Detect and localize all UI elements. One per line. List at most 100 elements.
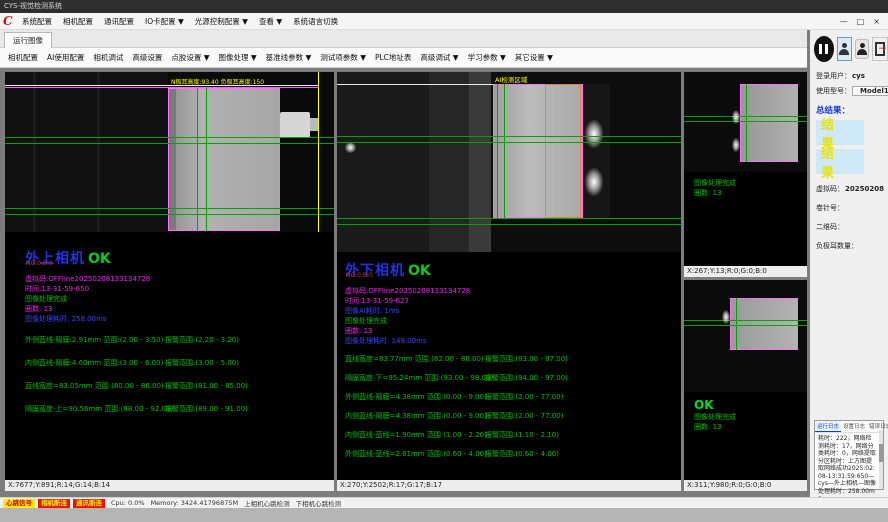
measure-line-green (337, 224, 681, 225)
title-bar: CYS-视觉检测系统 (0, 0, 888, 13)
control-panel: → 登录用户： cys 使用型号： Model1 总结果： 结 果 结 果 虚拟… (807, 30, 888, 497)
toolbar-item[interactable]: PLC地址表 (375, 52, 411, 63)
measurement-row: 蓝线宽度=83.77mm 范围:(82.00 - 88.00)报警范围:(83.… (345, 354, 681, 364)
reflection-glow (345, 142, 356, 153)
measure-line-green (337, 142, 681, 143)
toolbar-item[interactable]: 相机配置 (8, 52, 38, 63)
menu-item[interactable]: IO卡配置 ▼ (145, 16, 184, 27)
model-value[interactable]: Model1 (852, 86, 888, 96)
measurement-row: 外侧蓝线-隔膜:2.91mm 范围:(2.00 - 3.50)报警范围:(2.2… (25, 335, 334, 345)
exit-arrow-icon: → (878, 45, 886, 54)
menu-item[interactable]: 系统配置 (22, 16, 52, 27)
status-ok: OK (88, 251, 111, 267)
tab-count-label: 负极耳数量： (816, 241, 858, 251)
info-line: 圈数: 13 (694, 188, 807, 198)
alarm-range: 报警范围:(2.20 - 3.20) (165, 335, 239, 345)
measure-line-green (337, 136, 681, 137)
measurement-value: 外侧蓝线-蓝线=2.61mm 范围:(0.60 - 4.00) (345, 450, 487, 458)
pixel-coordinates: X:311;Y:980;R:0;G:0;B:0 (684, 480, 807, 491)
user-login-button[interactable] (837, 37, 853, 61)
log-tab[interactable]: 运行日志 (815, 421, 841, 432)
measure-line-vertical (497, 84, 498, 218)
log-tab[interactable]: 设置日志 (841, 421, 867, 432)
toolbar-item[interactable]: 基准线参数 ▼ (266, 52, 312, 63)
camera-panel-outer-bottom[interactable]: AI检测区域 外下相机 OK NG:0,B:0 虚拟码:OFFline20250… (337, 72, 681, 491)
exit-button[interactable]: → (872, 37, 888, 61)
cpu-usage: Cpu: 0.0% (111, 499, 145, 507)
toolbar-item[interactable]: 图像处理 ▼ (219, 52, 257, 63)
main-area: N极耳高度:93.40 负极耳高度:150 外上相机 OK NG:0,B:0 虚… (0, 68, 808, 497)
yellow-cursor-line (318, 72, 319, 232)
model-row: 使用型号： Model1 (816, 86, 883, 96)
info-line: 图像处理完成 (345, 316, 681, 326)
camera-image-inner-bottom[interactable] (684, 280, 807, 392)
menu-item[interactable]: 系统语言切换 (293, 16, 338, 27)
log-scrollbar-thumb[interactable] (879, 444, 883, 462)
measurement-value: 外侧蓝线-隔膜:2.91mm 范围:(2.00 - 3.50) (25, 336, 163, 344)
camera-panel-inner-top[interactable]: 图像处理完成圈数: 13 X:267;Y:13;R:0;G:0;B:0 (684, 72, 807, 277)
toolbar-item[interactable]: 高级调试 ▼ (420, 52, 458, 63)
bottom-camera-heartbeat: 下相机心跳检测 (296, 498, 342, 508)
camera-image-inner-top[interactable] (684, 72, 807, 172)
toolbar-item[interactable]: 相机调试 (93, 52, 123, 63)
camera-image-outer-bottom[interactable]: AI检测区域 (337, 72, 681, 252)
measure-line-green (5, 214, 334, 215)
measurement-value: 隔膜宽度-下=95.24mm 范围:(93.00 - 98.00) (345, 374, 493, 382)
status-bar: 心跳信号相机断连通讯断连 Cpu: 0.0% Memory: 3424.4179… (0, 497, 888, 508)
log-scrollbar[interactable] (879, 430, 883, 489)
camera-image-outer-top[interactable]: N极耳高度:93.40 负极耳高度:150 (5, 72, 334, 232)
log-tab[interactable]: 错误日志 (867, 421, 888, 432)
user-icon (838, 43, 850, 56)
toolbar-item[interactable]: 其它设置 ▼ (515, 52, 553, 63)
menu-item[interactable]: 通讯配置 (104, 16, 134, 27)
toolbar-item[interactable]: 高级设置 (132, 52, 162, 63)
virtual-code-value: 20250208 (845, 185, 884, 193)
camera-result-title: 外下相机 OK NG:0,B:0 (345, 260, 681, 280)
dark-zone (584, 84, 610, 218)
tab-run-image[interactable]: 运行图像 (4, 32, 52, 48)
measure-line-vertical (504, 84, 505, 218)
ng-counter: NG:0,B:0 (346, 272, 373, 279)
menu-item[interactable]: 查看 ▼ (259, 16, 282, 27)
info-line: 图像处理完成 (694, 412, 807, 422)
login-user-value: cys (852, 72, 865, 80)
toolbar-item[interactable]: AI使用配置 (47, 52, 84, 63)
measure-line-vertical (746, 84, 747, 162)
tab-row: 运行图像 (0, 30, 808, 48)
minimize-button[interactable]: — (840, 14, 848, 29)
virtual-code-row: 虚拟码： 20250208 (816, 184, 883, 194)
measurement-row: 内侧蓝线-蓝线=1.90mm 范围:(1.00 - 2.20)报警范围:(1.1… (345, 430, 681, 440)
product-region (740, 84, 798, 162)
camera-panel-outer-top[interactable]: N极耳高度:93.40 负极耳高度:150 外上相机 OK NG:0,B:0 虚… (5, 72, 334, 491)
connector-nub (310, 118, 318, 131)
left-info-lines: 虚拟码:OFFline20250208133134728时间:13-31-59-… (25, 274, 334, 324)
alarm-range: 报警范围:(89.00 - 91.00) (165, 404, 248, 414)
toolbar-item[interactable]: 学习参数 ▼ (468, 52, 506, 63)
tab-glow (585, 120, 603, 148)
needle-label: 卷针号： (816, 203, 844, 213)
login-user-label: 登录用户： (816, 71, 851, 81)
toolbar-item[interactable]: 测试项参数 ▼ (320, 52, 366, 63)
toolbar-item[interactable]: 点胶设置 ▼ (171, 52, 209, 63)
pause-button[interactable] (814, 36, 834, 62)
menu-item[interactable]: 相机配置 (63, 16, 93, 27)
ng-counter: NG:0,B:0 (26, 260, 53, 267)
result-display-1: 结 果 (816, 120, 864, 145)
camera-panel-inner-bottom[interactable]: OK 图像处理完成圈数: 13 X:311;Y:980;R:0;G:0;B:0 (684, 280, 807, 491)
app-logo-icon: C (3, 15, 16, 28)
measure-line-green (5, 208, 334, 209)
needle-row: 卷针号： (816, 203, 883, 213)
menu-bar: C 系统配置相机配置通讯配置IO卡配置 ▼光源控制配置 ▼查看 ▼系统语言切换 … (0, 13, 888, 30)
tab-glow (732, 138, 740, 152)
machine-background (337, 72, 429, 252)
operator-button[interactable] (855, 39, 869, 59)
maximize-button[interactable]: □ (857, 14, 865, 29)
bottom-filler (0, 508, 888, 522)
product-region (730, 298, 798, 350)
status-ok: OK (408, 263, 431, 279)
log-box: 运行日志设置日志错误日志 耗时：222，网络检测耗时：17，网络分类耗时：0，网… (814, 420, 884, 490)
close-button[interactable]: × (873, 14, 880, 29)
status-badge: 心跳信号 (3, 499, 35, 508)
measurement-row: 外侧蓝线-隔膜=4.38mm 范围:(0.00 - 9.00)报警范围:(2.0… (345, 392, 681, 402)
menu-item[interactable]: 光源控制配置 ▼ (195, 16, 248, 27)
